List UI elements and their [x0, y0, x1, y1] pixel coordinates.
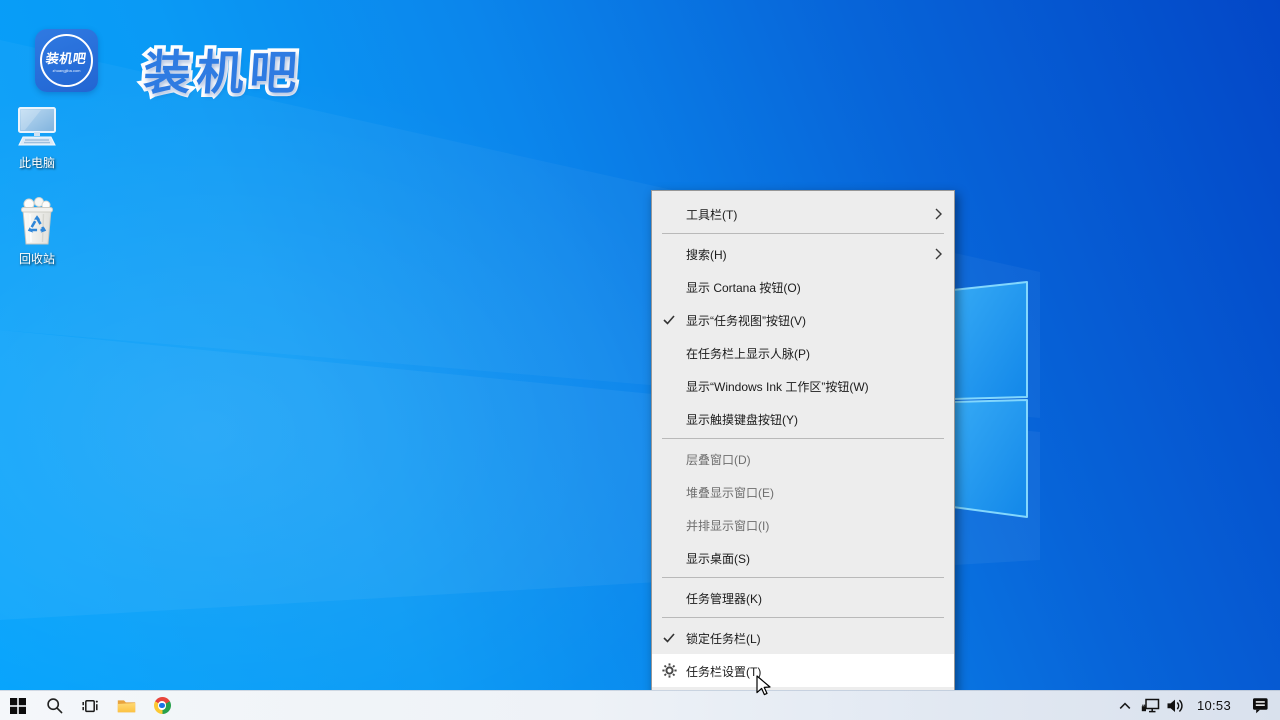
file-explorer-button[interactable] — [108, 691, 144, 720]
menu-item-show-windows-ink-workspace-button[interactable]: 显示“Windows Ink 工作区”按钮(W) — [652, 369, 954, 402]
menu-item-label: 搜索(H) — [686, 245, 935, 263]
menu-separator — [662, 438, 944, 439]
menu-item-label: 任务栏设置(T) — [686, 662, 954, 680]
desktop-icon-label: 回收站 — [19, 250, 55, 267]
menu-item-show-people-on-taskbar[interactable]: 在任务栏上显示人脉(P) — [652, 336, 954, 369]
menu-item-label: 并排显示窗口(I) — [686, 516, 954, 534]
taskbar-buttons — [0, 691, 180, 720]
menu-item-show-the-desktop[interactable]: 显示桌面(S) — [652, 541, 954, 574]
taskbar: 10:53 — [0, 690, 1280, 720]
brand-title: 装机吧 — [142, 34, 306, 103]
this-pc-icon — [14, 105, 60, 151]
desktop-icon-this-pc[interactable]: 此电脑 — [1, 105, 73, 171]
start-button[interactable] — [0, 691, 36, 720]
brand: 装机吧 zhuangjiba.com 装机吧 — [35, 29, 303, 103]
menu-item-search[interactable]: 搜索(H) — [652, 237, 954, 270]
menu-item-label: 显示“Windows Ink 工作区”按钮(W) — [686, 377, 954, 395]
checkmark-icon — [652, 315, 686, 325]
action-center-icon — [1252, 697, 1269, 714]
brand-logo-tile: 装机吧 zhuangjiba.com — [35, 29, 98, 92]
hidden-icons-button[interactable] — [1113, 691, 1138, 720]
task-view-icon — [81, 698, 99, 714]
recycle-bin-icon — [16, 197, 58, 247]
menu-item-show-cortana-button[interactable]: 显示 Cortana 按钮(O) — [652, 270, 954, 303]
wallpaper-windows-logo — [0, 0, 1280, 720]
submenu-arrow-icon — [935, 248, 954, 260]
chrome-icon — [154, 697, 171, 714]
submenu-arrow-icon — [935, 208, 954, 220]
checkmark-icon — [652, 633, 686, 643]
brand-logo-circle: 装机吧 zhuangjiba.com — [40, 34, 93, 87]
clock[interactable]: 10:53 — [1188, 698, 1240, 713]
menu-item-label: 显示桌面(S) — [686, 549, 954, 567]
menu-item-cascade-windows: 层叠窗口(D) — [652, 442, 954, 475]
menu-item-toolbars[interactable]: 工具栏(T) — [652, 197, 954, 230]
menu-separator — [662, 233, 944, 234]
menu-item-show-touch-keyboard-button[interactable]: 显示触摸键盘按钮(Y) — [652, 402, 954, 435]
windows-logo-icon — [10, 698, 26, 714]
gear-icon — [652, 663, 686, 678]
network-icon — [1141, 698, 1160, 714]
network-button[interactable] — [1138, 691, 1163, 720]
menu-item-label: 工具栏(T) — [686, 205, 935, 223]
menu-item-task-manager[interactable]: 任务管理器(K) — [652, 581, 954, 614]
action-center-button[interactable] — [1240, 691, 1280, 720]
menu-item-taskbar-settings[interactable]: 任务栏设置(T) — [652, 654, 954, 687]
menu-item-label: 任务管理器(K) — [686, 589, 954, 607]
desktop-icon-label: 此电脑 — [19, 154, 55, 171]
menu-item-label: 锁定任务栏(L) — [686, 629, 954, 647]
brand-tile-subtext: zhuangjiba.com — [52, 68, 80, 73]
menu-item-label: 堆叠显示窗口(E) — [686, 483, 954, 501]
chevron-up-icon — [1119, 702, 1131, 710]
menu-item-show-windows-side-by-side: 并排显示窗口(I) — [652, 508, 954, 541]
system-tray: 10:53 — [1113, 691, 1280, 720]
file-explorer-icon — [117, 698, 136, 714]
search-button[interactable] — [36, 691, 72, 720]
volume-icon — [1166, 698, 1185, 714]
menu-item-label: 层叠窗口(D) — [686, 450, 954, 468]
menu-item-label: 显示“任务视图”按钮(V) — [686, 311, 954, 329]
menu-item-show-windows-stacked: 堆叠显示窗口(E) — [652, 475, 954, 508]
menu-separator — [662, 577, 944, 578]
volume-button[interactable] — [1163, 691, 1188, 720]
menu-item-label: 显示触摸键盘按钮(Y) — [686, 410, 954, 428]
taskbar-context-menu: 工具栏(T) 搜索(H) 显示 Cortana 按钮(O) 显示“任务视图”按钮… — [651, 190, 955, 694]
menu-item-lock-the-taskbar[interactable]: 锁定任务栏(L) — [652, 621, 954, 654]
desktop-icon-recycle-bin[interactable]: 回收站 — [1, 197, 73, 267]
menu-separator — [662, 617, 944, 618]
brand-tile-text: 装机吧 — [45, 48, 88, 67]
search-icon — [46, 697, 63, 714]
chrome-button[interactable] — [144, 691, 180, 720]
menu-item-show-task-view-button[interactable]: 显示“任务视图”按钮(V) — [652, 303, 954, 336]
menu-item-label: 在任务栏上显示人脉(P) — [686, 344, 954, 362]
task-view-button[interactable] — [72, 691, 108, 720]
menu-item-label: 显示 Cortana 按钮(O) — [686, 278, 954, 296]
